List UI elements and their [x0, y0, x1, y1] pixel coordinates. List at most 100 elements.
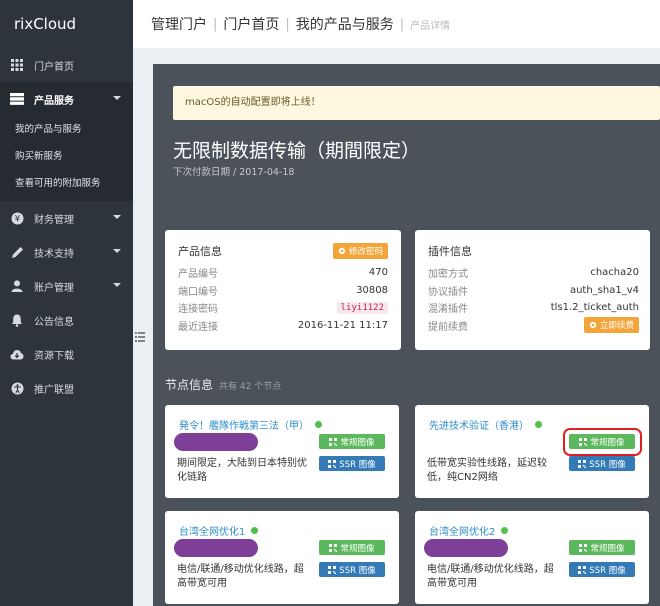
breadcrumb-separator: | [399, 16, 405, 32]
ssr-qr-button[interactable]: SSR 图像 [569, 456, 635, 471]
breadcrumb-item-portal-home[interactable]: 门户首页 [223, 14, 279, 34]
sidebar-item-affiliate[interactable]: 推广联盟 [0, 371, 133, 405]
sidebar-item-label: 产品服务 [34, 95, 74, 107]
qrcode-icon [328, 565, 337, 574]
product-title: 无限制数据传输（期間限定） [173, 140, 421, 162]
obfs-plugin: tls1.2_ticket_auth [550, 302, 639, 314]
product-info-card: 产品信息 修改密码 产品编号 470 端口编号 30808 连接密码 liyi1122… [165, 230, 401, 350]
info-row: 协议插件 auth_sha1_v4 [428, 284, 639, 298]
status-online-icon [535, 421, 542, 428]
card-title: 产品信息 [178, 245, 222, 258]
chevron-down-icon [113, 96, 121, 100]
change-password-button[interactable]: 修改密码 [332, 243, 388, 259]
breadcrumb-separator: | [213, 16, 218, 32]
sidebar-item-label: 资源下载 [34, 350, 74, 362]
qrcode-icon [328, 459, 337, 468]
chevron-down-icon [113, 283, 121, 287]
nodes-count: 共有 42 个节点 [219, 382, 282, 392]
sidebar-item-products[interactable]: 产品服务 [0, 82, 133, 116]
node-description: 电信/联通/移动优化线路，超高带宽可用 [177, 564, 304, 589]
next-due-date: 下次付款日期 / 2017-04-18 [173, 167, 295, 178]
status-online-icon [315, 421, 322, 428]
qrcode-icon [329, 437, 338, 446]
node-card: 台湾全网优化1 电信/联通/移动优化线路，超高带宽可用 常规图像 SSR 图像 [165, 511, 399, 604]
product-id: 470 [368, 267, 388, 279]
pencil-icon [10, 245, 24, 259]
node-description: 电信/联通/移动优化线路，超高带宽可用 [427, 564, 554, 589]
sidebar-item-label: 财务管理 [34, 214, 74, 226]
grid-icon [10, 58, 24, 72]
sidebar-item-label: 账户管理 [34, 282, 74, 294]
nodes-section-title: 节点信息 共有 42 个节点 [165, 378, 282, 392]
status-online-icon [501, 527, 509, 534]
ssr-qr-button[interactable]: SSR 图像 [319, 562, 385, 577]
redacted-address [174, 539, 258, 557]
port-number: 30808 [356, 284, 388, 296]
accessibility-icon [10, 381, 24, 395]
node-card: 先进技术验证（香港） 低带宽实验性线路，延迟较低，纯CN2网络 常规图像 SSR… [415, 405, 649, 498]
yen-icon: ¥ [10, 211, 24, 225]
info-row: 提前续费 立即续费 [428, 317, 639, 335]
normal-qr-button[interactable]: 常规图像 [569, 540, 635, 555]
sidebar: rixCloud 门户首页 产品服务 我的产品与服务 购买新服务 查看可用的附加… [0, 0, 133, 606]
breadcrumb-item-manage-portal[interactable]: 管理门户 [151, 14, 207, 34]
highlight-annotation [563, 428, 642, 456]
products-submenu: 我的产品与服务 购买新服务 查看可用的附加服务 [0, 116, 133, 201]
breadcrumb-item-my-products[interactable]: 我的产品与服务 [296, 14, 394, 34]
user-icon [10, 279, 24, 293]
node-title[interactable]: 先进技术验证（香港） [429, 417, 542, 432]
sidebar-item-label: 推广联盟 [34, 384, 74, 396]
sidebar-item-downloads[interactable]: 资源下载 [0, 337, 133, 371]
renew-now-button[interactable]: 立即续费 [583, 317, 639, 334]
chevron-down-icon [113, 249, 121, 253]
sidebar-item-label: 技术支持 [34, 248, 74, 260]
sidebar-item-portal-home[interactable]: 门户首页 [0, 48, 133, 82]
info-row: 加密方式 chacha20 [428, 267, 639, 281]
node-description: 低带宽实验性线路，延迟较低，纯CN2网络 [427, 458, 547, 483]
card-title: 插件信息 [428, 245, 472, 258]
info-row: 最近连接 2016-11-21 11:17 [178, 319, 388, 333]
redacted-address [424, 539, 508, 557]
node-title[interactable]: 発令！艦隊作戦第三法（甲） [179, 417, 322, 432]
sidebar-item-support[interactable]: 技术支持 [0, 235, 133, 269]
qrcode-icon [578, 565, 587, 574]
ssr-qr-button[interactable]: SSR 图像 [569, 562, 635, 577]
plugin-info-card: 插件信息 加密方式 chacha20 协议插件 auth_sha1_v4 混淆插件 t… [415, 230, 650, 350]
server-icon [10, 92, 24, 106]
info-row: 混淆插件 tls1.2_ticket_auth [428, 302, 639, 316]
node-card: 台湾全网优化2 电信/联通/移动优化线路，超高带宽可用 常规图像 SSR 图像 [415, 511, 649, 604]
node-card: 発令！艦隊作戦第三法（甲） 期间限定，大陆到日本特别优化链路 常规图像 SSR … [165, 405, 399, 498]
ssr-qr-button[interactable]: SSR 图像 [319, 456, 385, 471]
info-row: 连接密码 liyi1122 [178, 299, 388, 317]
node-title[interactable]: 台湾全网优化1 [179, 523, 259, 538]
status-online-icon [251, 527, 259, 534]
sidebar-item-label: 公告信息 [34, 316, 74, 328]
last-connection: 2016-11-21 11:17 [297, 319, 388, 331]
qrcode-icon [578, 459, 587, 468]
redacted-address [174, 433, 258, 451]
sidebar-subitem-buy-new[interactable]: 购买新服务 [0, 143, 133, 170]
sidebar-item-announcements[interactable]: 公告信息 [0, 303, 133, 337]
sidebar-toggle-icon[interactable] [134, 330, 146, 344]
sidebar-item-billing[interactable]: ¥ 财务管理 [0, 201, 133, 235]
breadcrumb-item-current: 产品详情 [410, 20, 451, 32]
breadcrumb-separator: | [285, 16, 290, 32]
cloud-download-icon [10, 347, 24, 361]
sidebar-item-account[interactable]: 账户管理 [0, 269, 133, 303]
sidebar-subitem-addons[interactable]: 查看可用的附加服务 [0, 170, 133, 197]
normal-qr-button[interactable]: 常规图像 [319, 434, 385, 449]
breadcrumb: 管理门户 | 门户首页 | 我的产品与服务 | 产品详情 [133, 0, 660, 48]
normal-qr-button[interactable]: 常规图像 [319, 540, 385, 555]
qrcode-icon [579, 543, 588, 552]
svg-text:¥: ¥ [14, 214, 20, 224]
qrcode-icon [329, 543, 338, 552]
notice-banner: macOS的自动配置即将上线！ [173, 86, 660, 120]
connection-password[interactable]: liyi1122 [336, 301, 388, 314]
sidebar-item-label: 门户首页 [34, 61, 74, 73]
product-detail-panel: macOS的自动配置即将上线！ 无限制数据传输（期間限定） 下次付款日期 / 2… [153, 64, 660, 606]
node-description: 期间限定，大陆到日本特别优化链路 [177, 458, 307, 483]
brand-logo[interactable]: rixCloud [0, 0, 133, 48]
sidebar-subitem-my-products[interactable]: 我的产品与服务 [0, 116, 133, 143]
protocol-plugin: auth_sha1_v4 [569, 284, 639, 296]
node-title[interactable]: 台湾全网优化2 [429, 523, 509, 538]
